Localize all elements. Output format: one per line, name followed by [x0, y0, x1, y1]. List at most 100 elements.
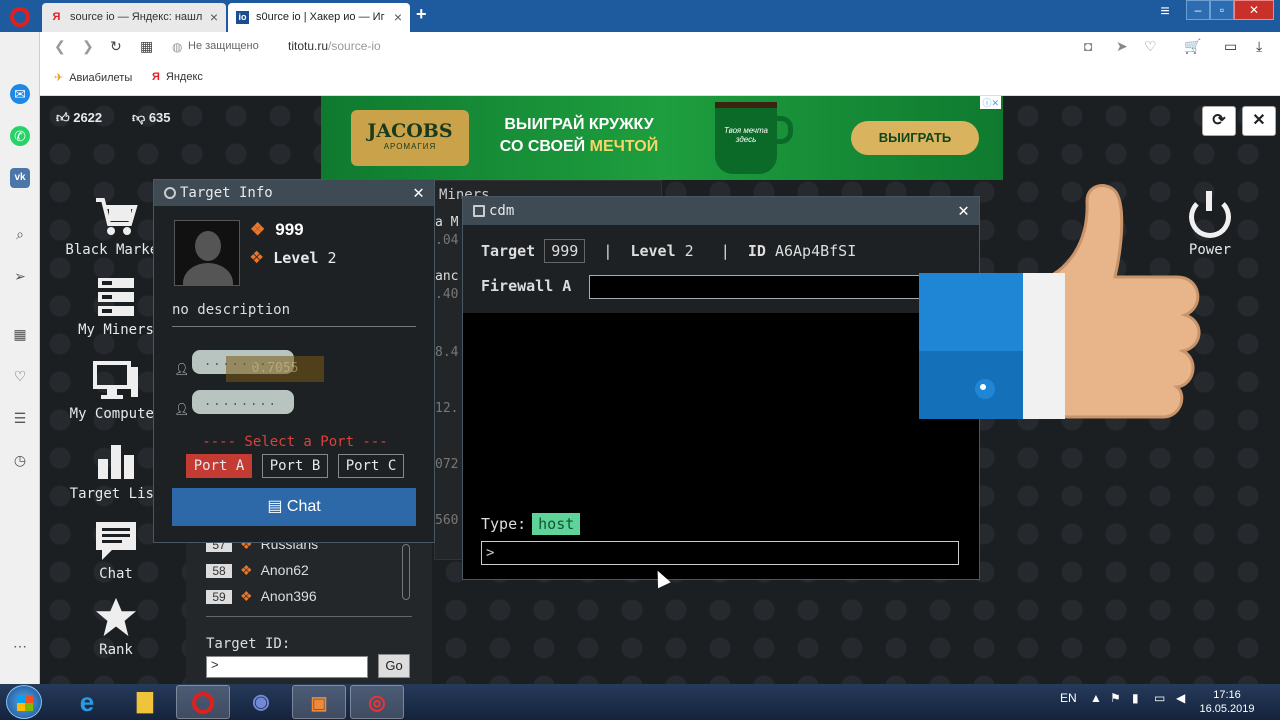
cdm-header: Target 999 | Level 2 | ID A6Ap4BfSI Fire…: [463, 225, 979, 313]
window-close-button[interactable]: ✕: [1234, 0, 1274, 20]
level-value: 2: [327, 249, 337, 267]
internet-explorer-icon[interactable]: e: [60, 685, 114, 719]
cart-icon: [96, 198, 138, 235]
more-dots-icon[interactable]: ⋯: [10, 636, 30, 656]
discord-icon[interactable]: ◉: [234, 685, 288, 719]
bar-chart-icon: [98, 445, 134, 479]
new-tab-plus-icon[interactable]: +: [416, 4, 427, 25]
easy-setup-icon[interactable]: ≡: [1154, 3, 1176, 23]
yandex-icon: Я: [152, 71, 160, 83]
snapshot-camera-icon[interactable]: ◘: [1084, 38, 1092, 54]
menu-rank[interactable]: Rank: [56, 596, 176, 658]
target-id-input[interactable]: >: [206, 656, 368, 678]
score-value: 999: [275, 220, 304, 239]
speed-dial-grid-icon[interactable]: ▦: [140, 38, 153, 55]
port-a-button[interactable]: Port A: [186, 454, 252, 478]
bookmark-yandex[interactable]: Я Яндекс: [152, 71, 203, 83]
target-name: Anon396: [260, 588, 317, 604]
dislikes-counter[interactable]: 👎︎ 635: [132, 110, 171, 126]
window-icon: [473, 205, 485, 217]
target-list-scrollbar[interactable]: [402, 544, 410, 600]
divider: [206, 616, 412, 617]
search-icon[interactable]: ⌕: [10, 224, 30, 244]
downloads-icon[interactable]: ⤓: [1256, 38, 1262, 55]
news-icon[interactable]: ☰: [10, 408, 30, 428]
reload-icon[interactable]: ↻: [110, 38, 122, 55]
recorder-icon[interactable]: ◎: [350, 685, 404, 719]
type-word: host: [532, 513, 581, 535]
vk-icon[interactable]: vk: [10, 168, 30, 188]
taskbar-clock[interactable]: 17:16 16.05.2019: [1196, 688, 1258, 716]
globe-icon[interactable]: ◍: [172, 40, 182, 54]
thumbs-up-icon: 👍︎: [56, 110, 70, 125]
command-input[interactable]: >: [481, 541, 959, 565]
chat-button[interactable]: ▤ Chat: [172, 488, 416, 526]
heart-bookmark-icon[interactable]: ♡: [1144, 38, 1157, 55]
ad-line1: ВЫИГРАЙ КРУЖКУ: [504, 116, 654, 133]
coffee-cup-image: Твоя мечта здесь: [715, 102, 777, 174]
language-indicator[interactable]: EN: [1060, 691, 1077, 705]
thumbs-up-overlay-image: [919, 184, 1201, 419]
port-b-button[interactable]: Port B: [262, 454, 328, 478]
yandex-favicon-icon: Я: [52, 11, 61, 23]
window-maximize-button[interactable]: ▫: [1210, 0, 1234, 20]
target-label: Target: [481, 242, 536, 260]
tab-close-icon[interactable]: ×: [210, 3, 218, 32]
refresh-button[interactable]: ⟳: [1202, 106, 1236, 136]
bookmark-label: Авиабилеты: [69, 72, 133, 84]
bookmarks-heart-icon[interactable]: ♡: [10, 366, 30, 386]
target-go-button[interactable]: Go: [378, 654, 410, 678]
ad-choices-icon[interactable]: ⓘ✕: [980, 96, 1001, 109]
tray-expand-icon[interactable]: ▲: [1090, 691, 1102, 705]
start-button[interactable]: [6, 685, 42, 719]
send-icon[interactable]: ➤: [1116, 38, 1128, 55]
game-app-icon[interactable]: ▣: [292, 685, 346, 719]
port-c-button[interactable]: Port C: [338, 454, 404, 478]
tab-close-icon[interactable]: ×: [394, 3, 402, 32]
target-level: ❖ Level 2: [250, 244, 336, 269]
star-icon: [95, 597, 137, 637]
speed-dial-icon[interactable]: ▦: [10, 324, 30, 344]
history-clock-icon[interactable]: ◷: [10, 450, 30, 470]
messenger-icon[interactable]: ✉: [10, 84, 30, 104]
ad-brand-sub: АРОМАГИЯ: [383, 142, 437, 151]
ad-headline: ВЫИГРАЙ КРУЖКУ СО СВОЕЙ МЕЧТОЙ: [479, 114, 679, 158]
tab-source-io[interactable]: io s0urce io | Хакер ио — Иг ×: [228, 3, 410, 32]
power-tray-icon[interactable]: ▮: [1132, 691, 1139, 705]
monitor-icon: [93, 361, 138, 399]
close-icon[interactable]: ✕: [413, 180, 424, 206]
ad-win-button[interactable]: ВЫИГРАТЬ: [851, 121, 979, 155]
opera-menu-icon[interactable]: [10, 7, 30, 27]
address-bar: ❮ ❯ ↻ ▦ ◍ Не защищено titotu.ru/source-i…: [40, 32, 1280, 62]
target-info-titlebar[interactable]: Target Info ✕: [154, 180, 434, 206]
close-game-button[interactable]: ✕: [1242, 106, 1276, 136]
target-rank: 58: [206, 564, 232, 578]
forward-icon[interactable]: ❯: [82, 38, 94, 55]
url-field[interactable]: titotu.ru/source-io: [288, 39, 381, 53]
user-icon: 👤︎: [174, 362, 190, 376]
flag-icon[interactable]: ⚑: [1110, 691, 1121, 705]
flow-send-icon[interactable]: ➢: [10, 266, 30, 286]
whatsapp-icon[interactable]: ✆: [10, 126, 30, 146]
opera-taskbar-icon[interactable]: [176, 685, 230, 719]
volume-icon[interactable]: ◀: [1176, 691, 1185, 705]
file-explorer-icon[interactable]: ▇: [118, 685, 172, 719]
window-minimize-button[interactable]: –: [1186, 0, 1210, 20]
jacobs-ad-banner[interactable]: JACOBS АРОМАГИЯ ВЫИГРАЙ КРУЖКУ СО СВОЕЙ …: [321, 96, 1003, 180]
jacobs-logo: JACOBS АРОМАГИЯ: [351, 110, 469, 166]
tab-yandex-search[interactable]: Я source io — Яндекс: нашл ×: [42, 3, 226, 32]
likes-counter[interactable]: 👍︎ 2622: [56, 110, 102, 126]
battery-saver-icon[interactable]: ▭: [1224, 38, 1237, 55]
cdm-target-info: Target 999 | Level 2 | ID A6Ap4BfSI: [481, 239, 856, 263]
network-icon[interactable]: ▭: [1154, 691, 1165, 705]
menu-label: Target List: [69, 486, 163, 502]
shopping-cart-icon[interactable]: 🛒: [1184, 38, 1201, 55]
menu-label: Black Market: [65, 242, 167, 258]
cdm-titlebar[interactable]: cdm ✕: [463, 197, 979, 225]
back-icon[interactable]: ❮: [54, 38, 66, 55]
target-row[interactable]: 59 ❖ Anon396: [206, 588, 317, 605]
not-secure-label[interactable]: Не защищено: [188, 40, 259, 52]
bookmark-aviabilety[interactable]: ✈ Авиабилеты: [54, 71, 132, 84]
ad-cup-text: Твоя мечта здесь: [723, 126, 769, 144]
target-row[interactable]: 58 ❖ Anon62: [206, 562, 309, 579]
